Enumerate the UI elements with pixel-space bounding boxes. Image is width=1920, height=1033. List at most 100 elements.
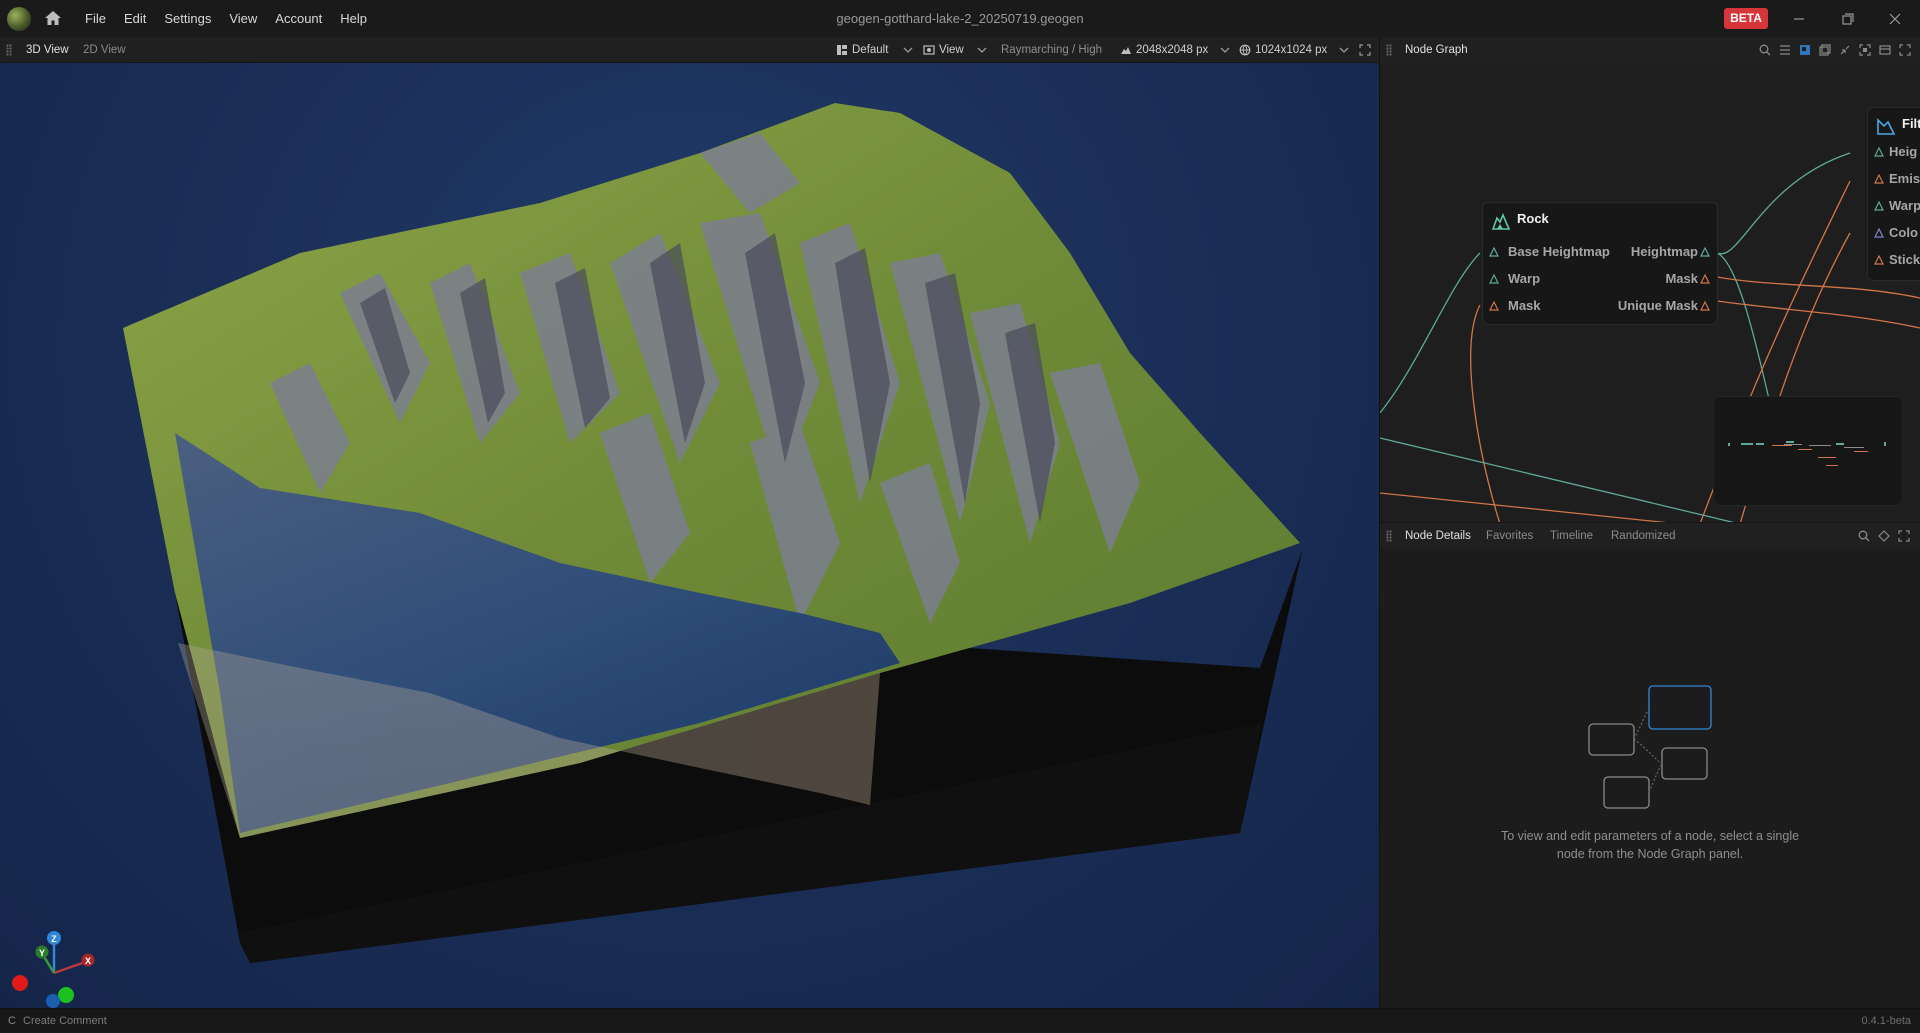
axis-x-label: X — [85, 956, 91, 966]
input-port-icon[interactable] — [1874, 174, 1884, 184]
layers-icon[interactable] — [1818, 43, 1832, 57]
list-icon[interactable] — [1778, 43, 1792, 57]
menu-account[interactable]: Account — [266, 0, 331, 37]
resolution-label: 2048x2048 px — [1136, 44, 1209, 56]
shortcut-key: C — [8, 1015, 16, 1027]
resolution-dropdown[interactable]: 2048x2048 px — [1120, 37, 1208, 63]
title-bar: File Edit Settings View Account Help geo… — [0, 0, 1920, 37]
filter-node[interactable]: Filt Heig Emis Warp Colo Stick — [1868, 108, 1920, 280]
input-port-label: Heig — [1889, 144, 1918, 159]
input-port-icon[interactable] — [1874, 228, 1884, 238]
input-port-label: Stick — [1889, 252, 1920, 267]
empty-state-hint: To view and edit parameters of a node, s… — [1500, 829, 1800, 861]
input-port-label: Colo — [1889, 225, 1918, 240]
app-logo-icon[interactable] — [7, 7, 31, 31]
input-port-icon[interactable] — [1489, 301, 1499, 311]
input-port-icon[interactable] — [1489, 247, 1499, 257]
menu-edit[interactable]: Edit — [115, 0, 155, 37]
menu-settings[interactable]: Settings — [155, 0, 220, 37]
filter-icon — [1877, 118, 1896, 135]
axis-y-label: Y — [39, 948, 45, 958]
3d-viewport[interactable]: Z X Y — [0, 63, 1379, 1008]
search-icon[interactable] — [1857, 529, 1871, 543]
tab-3d-view[interactable]: 3D View — [26, 37, 69, 63]
tab-node-details[interactable]: Node Details — [1405, 523, 1471, 549]
tab-favorites[interactable]: Favorites — [1486, 523, 1533, 549]
panel-grip-icon[interactable] — [6, 44, 12, 56]
output-heightmap: Heightmap — [1630, 244, 1698, 259]
input-warp: Warp — [1508, 271, 1541, 286]
restore-icon[interactable] — [1837, 8, 1859, 30]
preview-resolution-dropdown[interactable]: 1024x1024 px — [1239, 37, 1327, 63]
input-port-icon[interactable] — [1874, 201, 1884, 211]
diamond-icon[interactable] — [1877, 529, 1891, 543]
fullscreen-icon[interactable] — [1898, 43, 1912, 57]
view-label: View — [939, 44, 964, 56]
minimap-preview — [1728, 441, 1886, 466]
preset-dropdown[interactable]: Default — [836, 37, 888, 63]
viewport-toolbar: 3D View 2D View Default View Raymarching… — [0, 37, 1380, 63]
graph-minimap[interactable] — [1713, 396, 1903, 506]
input-port-label: Emis — [1889, 171, 1920, 186]
rock-icon — [1491, 212, 1511, 230]
output-mask: Mask — [1665, 271, 1698, 286]
node-graph-toolbar: Node Graph — [1380, 37, 1920, 63]
fullscreen-icon[interactable] — [1358, 43, 1372, 57]
panel-grip-icon[interactable] — [1386, 44, 1392, 56]
search-icon[interactable] — [1758, 43, 1772, 57]
fit-view-icon[interactable] — [1858, 43, 1872, 57]
chevron-down-icon[interactable] — [1218, 43, 1232, 57]
minimap-toggle-icon[interactable] — [1798, 43, 1812, 57]
empty-state-illustration — [1588, 685, 1712, 809]
shortcut-label: Create Comment — [23, 1015, 107, 1027]
chevron-down-icon[interactable] — [975, 43, 989, 57]
node-details-panel: To view and edit parameters of a node, s… — [1380, 548, 1920, 1008]
globe-icon — [1239, 44, 1251, 56]
axis-z-label: Z — [51, 934, 57, 944]
node-graph-title: Node Graph — [1405, 44, 1468, 56]
minimize-icon[interactable] — [1788, 8, 1810, 30]
node-details-toolbar: Node Details Favorites Timeline Randomiz… — [1380, 522, 1920, 548]
menu-file[interactable]: File — [76, 0, 115, 37]
preset-label: Default — [852, 44, 889, 56]
beta-badge: BETA — [1724, 8, 1768, 29]
terrain-render — [123, 103, 1302, 963]
frame-icon[interactable] — [1878, 43, 1892, 57]
chevron-down-icon[interactable] — [1337, 43, 1351, 57]
menu-view[interactable]: View — [220, 0, 266, 37]
status-bar: C Create Comment 0.4.1-beta — [0, 1008, 1920, 1032]
input-mask: Mask — [1508, 298, 1541, 313]
node-title: Rock — [1517, 211, 1549, 226]
rock-node[interactable]: Rock Base Heightmap Heightmap Warp Mask … — [1483, 203, 1717, 324]
output-port-icon[interactable] — [1700, 247, 1710, 257]
output-port-icon[interactable] — [1700, 274, 1710, 284]
tab-timeline[interactable]: Timeline — [1550, 523, 1593, 549]
input-port-icon[interactable] — [1489, 274, 1499, 284]
collapse-icon[interactable] — [1838, 43, 1852, 57]
preview-resolution-label: 1024x1024 px — [1255, 44, 1328, 56]
output-unique-mask: Unique Mask — [1617, 298, 1698, 313]
axis-gizmo[interactable]: Z X Y — [8, 913, 103, 1008]
close-icon[interactable] — [1884, 8, 1906, 30]
home-icon[interactable] — [44, 10, 62, 26]
view-dropdown[interactable]: View — [923, 37, 964, 63]
menu-help[interactable]: Help — [331, 0, 376, 37]
menu-bar: File Edit Settings View Account Help — [76, 0, 376, 37]
input-port-icon[interactable] — [1874, 255, 1884, 265]
terrain-icon — [1121, 47, 1131, 54]
tab-2d-view[interactable]: 2D View — [83, 37, 126, 63]
node-title: Filt — [1902, 116, 1920, 131]
input-port-icon[interactable] — [1874, 147, 1884, 157]
fullscreen-icon[interactable] — [1897, 529, 1911, 543]
layout-icon — [837, 45, 847, 55]
node-graph-canvas[interactable]: Rock Base Heightmap Heightmap Warp Mask … — [1380, 63, 1920, 524]
panel-grip-icon[interactable] — [1386, 530, 1392, 542]
render-mode[interactable]: Raymarching / High — [1001, 37, 1102, 63]
version-label: 0.4.1-beta — [1861, 1015, 1911, 1027]
output-port-icon[interactable] — [1700, 301, 1710, 311]
tab-randomized[interactable]: Randomized — [1611, 523, 1676, 549]
input-base-heightmap: Base Heightmap — [1508, 244, 1610, 259]
camera-icon — [923, 45, 935, 55]
input-port-label: Warp — [1889, 198, 1920, 213]
chevron-down-icon[interactable] — [901, 43, 915, 57]
